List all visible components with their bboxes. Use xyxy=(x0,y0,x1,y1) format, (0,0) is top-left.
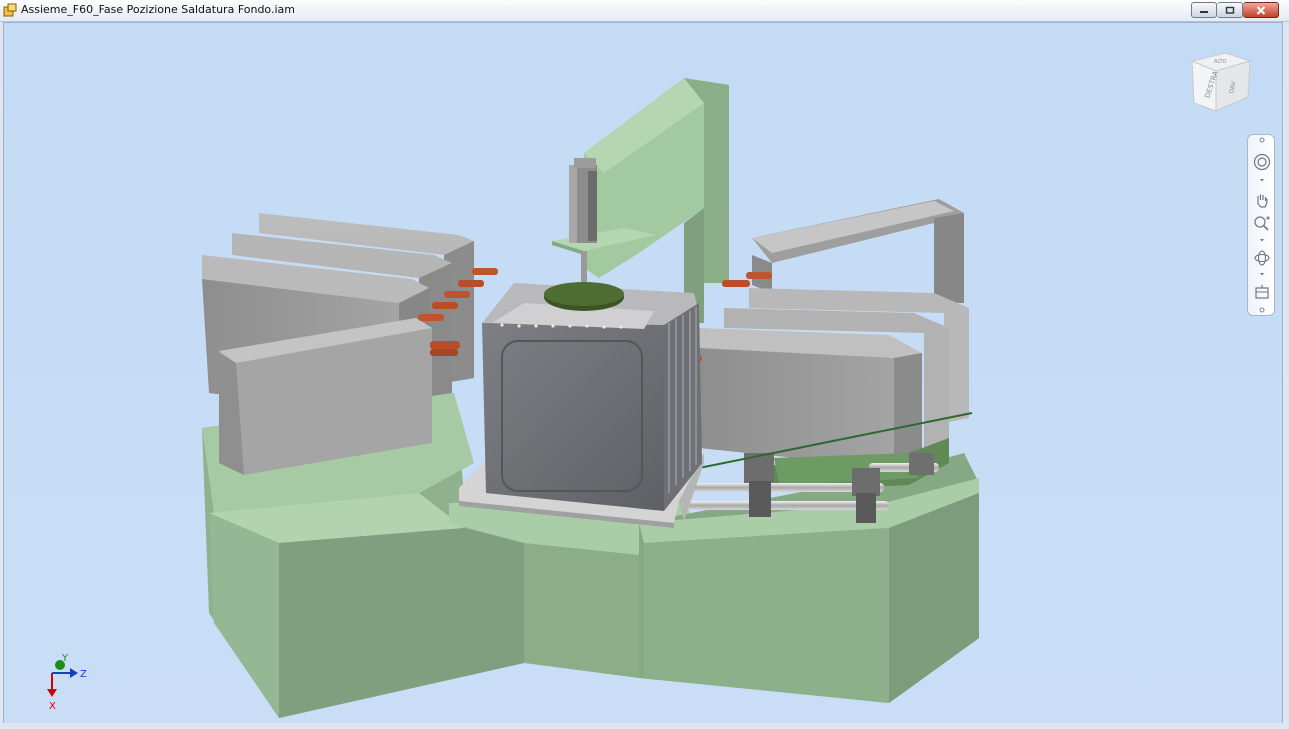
navbar-close-icon[interactable] xyxy=(1259,137,1265,143)
maximize-button[interactable] xyxy=(1217,2,1243,18)
close-icon xyxy=(1256,5,1265,15)
steering-wheel-icon[interactable] xyxy=(1253,153,1271,171)
triad-z-label: Z xyxy=(80,669,87,680)
wheel-dropdown-icon[interactable] xyxy=(1259,177,1265,183)
orbit-dropdown-icon[interactable] xyxy=(1259,271,1265,277)
pan-icon[interactable] xyxy=(1253,191,1271,209)
status-strip xyxy=(0,723,1289,729)
viewcube[interactable]: DESTRA DAV ALTO xyxy=(1184,51,1254,113)
title-bar[interactable]: Assieme_F60_Fase Pozizione Saldatura Fon… xyxy=(0,0,1289,22)
navigation-bar xyxy=(1247,134,1275,316)
orbit-icon[interactable] xyxy=(1253,249,1271,267)
triad-x-label: X xyxy=(49,701,56,712)
zoom-dropdown-icon[interactable] xyxy=(1259,237,1265,243)
welded-tank-part[interactable] xyxy=(482,283,702,511)
triad-y-label: Y xyxy=(61,653,69,664)
look-at-icon[interactable] xyxy=(1253,283,1271,301)
window-title: Assieme_F60_Fase Pozizione Saldatura Fon… xyxy=(21,3,295,16)
navbar-customize-icon[interactable] xyxy=(1259,307,1265,313)
zoom-icon[interactable] xyxy=(1253,215,1271,233)
assembly-model[interactable]: Y Z X xyxy=(4,23,1282,723)
minimize-button[interactable] xyxy=(1191,2,1217,18)
maximize-icon xyxy=(1225,6,1234,14)
3d-graphics-viewport[interactable]: Y Z X DESTRA DAV ALTO xyxy=(3,22,1283,724)
minimize-icon xyxy=(1200,11,1208,13)
application-window: Assieme_F60_Fase Pozizione Saldatura Fon… xyxy=(0,0,1289,729)
close-button[interactable] xyxy=(1243,2,1279,18)
viewcube-top-face: ALTO xyxy=(1214,59,1227,65)
window-controls xyxy=(1191,2,1279,19)
inventor-assembly-icon xyxy=(3,3,17,17)
